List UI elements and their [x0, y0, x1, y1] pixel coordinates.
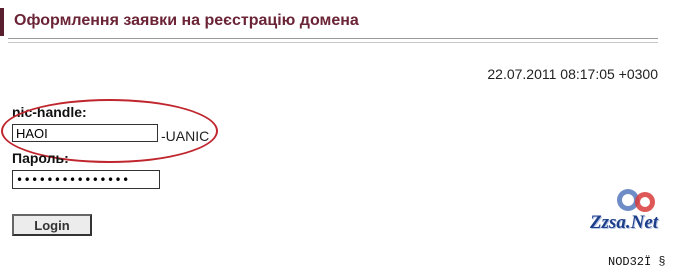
- title-accent-bar: [0, 8, 4, 36]
- watermark-site-text: Zzsa.Net: [590, 212, 659, 233]
- server-timestamp: 22.07.2011 08:17:05 +0300: [487, 66, 658, 82]
- page-title: Оформлення заявки на реєстрацію домена: [14, 12, 359, 29]
- login-button[interactable]: Login: [12, 214, 92, 236]
- title-bar: Оформлення заявки на реєстрацію домена: [0, 0, 693, 36]
- watermark-tag-text: NOD32Ï §: [608, 255, 666, 269]
- password-label: Пароль:: [12, 150, 69, 166]
- nic-handle-label: nic-handle:: [12, 104, 87, 120]
- title-divider: [8, 38, 658, 39]
- password-input[interactable]: [12, 170, 160, 189]
- watermark-circles-icon: [617, 189, 655, 212]
- title-divider-secondary: [8, 42, 658, 43]
- watermark-logo: Zzsa.Net: [590, 186, 680, 246]
- nic-handle-input[interactable]: [12, 124, 158, 142]
- nic-handle-suffix: -UANIC: [161, 128, 210, 144]
